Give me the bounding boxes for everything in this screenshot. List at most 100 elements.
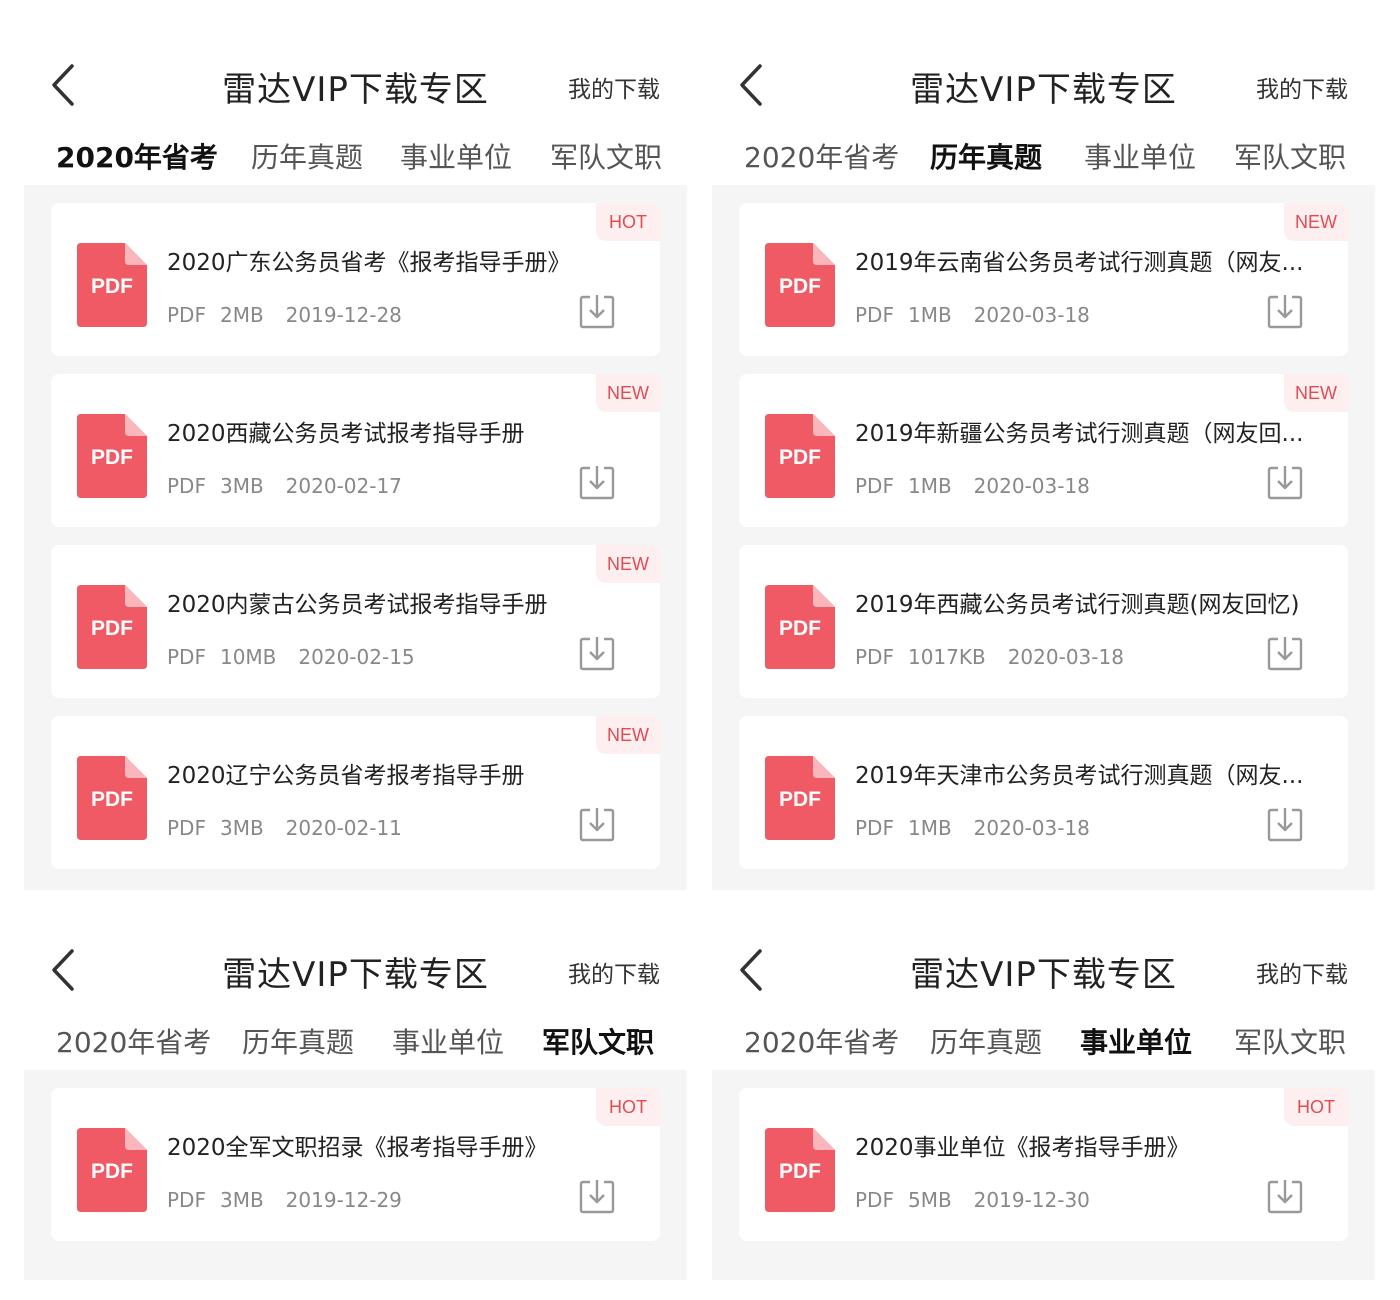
tab-label: 2020年省考 <box>744 141 900 174</box>
tab-2[interactable]: 历年真题 <box>242 1021 354 1061</box>
tab-2[interactable]: 历年真题 <box>251 136 363 176</box>
download-button[interactable] <box>578 464 616 502</box>
download-icon <box>1267 1180 1303 1214</box>
my-downloads-link[interactable]: 我的下载 <box>1256 70 1348 104</box>
tab-label: 历年真题 <box>930 1026 1043 1059</box>
file-meta: PDF 3MB 2020-02-11 <box>167 816 416 840</box>
file-size: 1MB <box>907 303 952 327</box>
file-card[interactable]: PDF 2019年新疆公务员考试行测真题（网友回... PDF 1MB 2020-0… <box>739 374 1348 527</box>
tab-2[interactable]: 历年真题 <box>930 1021 1042 1061</box>
download-icon <box>1267 637 1303 671</box>
pdf-icon-label: PDF <box>91 788 133 811</box>
download-button[interactable] <box>578 1178 616 1216</box>
file-title: 2019年天津市公务员考试行测真题（网友... <box>855 763 1304 789</box>
category-tabs: 2020年省考 历年真题 事业单位 军队文职 <box>712 130 1375 196</box>
tab-2[interactable]: 历年真题 <box>930 136 1043 196</box>
file-meta: PDF 10MB 2020-02-15 <box>167 645 429 669</box>
tab-1[interactable]: 2020年省考 <box>56 1021 211 1061</box>
file-date: 2019-12-30 <box>973 1188 1090 1212</box>
file-title: 2020全军文职招录《报考指导手册》 <box>167 1135 548 1161</box>
tab-4[interactable]: 军队文职 <box>542 1021 655 1081</box>
file-type: PDF <box>167 474 206 498</box>
download-button[interactable] <box>1266 635 1304 673</box>
file-card[interactable]: PDF 2020事业单位《报考指导手册》 PDF 5MB 2019-12-30 HO… <box>739 1088 1348 1241</box>
file-type: PDF <box>855 816 894 840</box>
tab-label: 历年真题 <box>242 1026 355 1059</box>
tab-3[interactable]: 事业单位 <box>1084 136 1196 176</box>
download-button[interactable] <box>578 806 616 844</box>
file-title: 2019年西藏公务员考试行测真题(网友回忆) <box>855 592 1300 618</box>
file-meta: PDF 3MB 2020-02-17 <box>167 474 416 498</box>
tab-3[interactable]: 事业单位 <box>1080 1021 1193 1081</box>
tab-label: 事业单位 <box>392 1026 505 1059</box>
tab-4[interactable]: 军队文职 <box>1234 136 1346 176</box>
file-card[interactable]: PDF 2019年云南省公务员考试行测真题（网友... PDF 1MB 2020-0… <box>739 203 1348 356</box>
download-button[interactable] <box>578 293 616 331</box>
tab-label: 军队文职 <box>542 1026 655 1059</box>
download-button[interactable] <box>1266 464 1304 502</box>
my-downloads-link[interactable]: 我的下载 <box>1256 955 1348 989</box>
tab-1[interactable]: 2020年省考 <box>56 136 218 196</box>
status-badge: HOT <box>596 203 660 241</box>
tab-label: 2020年省考 <box>744 1026 900 1059</box>
download-button[interactable] <box>1266 806 1304 844</box>
my-downloads-link[interactable]: 我的下载 <box>568 70 660 104</box>
file-meta: PDF 1MB 2020-03-18 <box>855 474 1104 498</box>
download-button[interactable] <box>1266 1178 1304 1216</box>
tab-4[interactable]: 军队文职 <box>550 136 662 176</box>
file-card[interactable]: PDF 2019年天津市公务员考试行测真题（网友... PDF 1MB 2020-0… <box>739 716 1348 869</box>
file-date: 2020-02-15 <box>298 645 415 669</box>
file-meta: PDF 2MB 2019-12-28 <box>167 303 416 327</box>
file-date: 2020-03-18 <box>973 303 1090 327</box>
nav-header: 雷达VIP下载专区 我的下载 <box>712 885 1375 1015</box>
nav-header: 雷达VIP下载专区 我的下载 <box>712 0 1375 130</box>
tab-1[interactable]: 2020年省考 <box>744 1021 899 1061</box>
tab-3[interactable]: 事业单位 <box>392 1021 504 1061</box>
pdf-file-icon: PDF <box>765 585 835 669</box>
file-title: 2020广东公务员省考《报考指导手册》 <box>167 250 571 276</box>
status-badge: NEW <box>596 716 660 754</box>
file-card[interactable]: PDF 2020辽宁公务员省考报考指导手册 PDF 3MB 2020-02-11 N… <box>51 716 660 869</box>
download-zone-panel-3: 雷达VIP下载专区 我的下载 2020年省考 历年真题 事业单位 军队文职 PDF 2… <box>24 885 687 1280</box>
download-button[interactable] <box>1266 293 1304 331</box>
file-size: 1MB <box>907 474 952 498</box>
download-zone-panel-4: 雷达VIP下载专区 我的下载 2020年省考 历年真题 事业单位 军队文职 PDF 2… <box>712 885 1375 1280</box>
file-list: PDF 2020全军文职招录《报考指导手册》 PDF 3MB 2019-12-29 … <box>24 1070 687 1280</box>
download-zone-panel-1: 雷达VIP下载专区 我的下载 2020年省考 历年真题 事业单位 军队文职 PDF 2… <box>24 0 687 890</box>
pdf-icon-label: PDF <box>91 446 133 469</box>
file-type: PDF <box>855 474 894 498</box>
file-type: PDF <box>167 1188 206 1212</box>
status-badge: HOT <box>1284 1088 1348 1126</box>
file-card[interactable]: PDF 2020西藏公务员考试报考指导手册 PDF 3MB 2020-02-17 N… <box>51 374 660 527</box>
status-badge: NEW <box>596 545 660 583</box>
file-date: 2019-12-29 <box>285 1188 402 1212</box>
tab-label: 历年真题 <box>930 141 1043 174</box>
category-tabs: 2020年省考 历年真题 事业单位 军队文职 <box>24 1015 687 1081</box>
pdf-icon-label: PDF <box>779 446 821 469</box>
pdf-file-icon: PDF <box>77 414 147 498</box>
download-button[interactable] <box>578 635 616 673</box>
file-date: 2019-12-28 <box>285 303 402 327</box>
tab-1[interactable]: 2020年省考 <box>744 136 899 176</box>
pdf-icon-label: PDF <box>91 1160 133 1183</box>
download-icon <box>579 295 615 329</box>
file-list: PDF 2020广东公务员省考《报考指导手册》 PDF 2MB 2019-12-28… <box>24 185 687 890</box>
file-card[interactable]: PDF 2020内蒙古公务员考试报考指导手册 PDF 10MB 2020-02-15… <box>51 545 660 698</box>
my-downloads-link[interactable]: 我的下载 <box>568 955 660 989</box>
tab-label: 历年真题 <box>251 141 364 174</box>
file-title: 2020事业单位《报考指导手册》 <box>855 1135 1190 1161</box>
file-size: 3MB <box>219 816 264 840</box>
file-size: 1017KB <box>907 645 986 669</box>
file-date: 2020-03-18 <box>973 474 1090 498</box>
file-card[interactable]: PDF 2020广东公务员省考《报考指导手册》 PDF 2MB 2019-12-28… <box>51 203 660 356</box>
tab-3[interactable]: 事业单位 <box>400 136 512 176</box>
status-badge: NEW <box>596 374 660 412</box>
tab-label: 事业单位 <box>1080 1026 1193 1059</box>
file-type: PDF <box>167 645 206 669</box>
file-card[interactable]: PDF 2019年西藏公务员考试行测真题(网友回忆) PDF 1017KB 2020… <box>739 545 1348 698</box>
file-card[interactable]: PDF 2020全军文职招录《报考指导手册》 PDF 3MB 2019-12-29 … <box>51 1088 660 1241</box>
tab-4[interactable]: 军队文职 <box>1234 1021 1346 1061</box>
file-size: 3MB <box>219 474 264 498</box>
pdf-file-icon: PDF <box>765 243 835 327</box>
download-icon <box>1267 295 1303 329</box>
